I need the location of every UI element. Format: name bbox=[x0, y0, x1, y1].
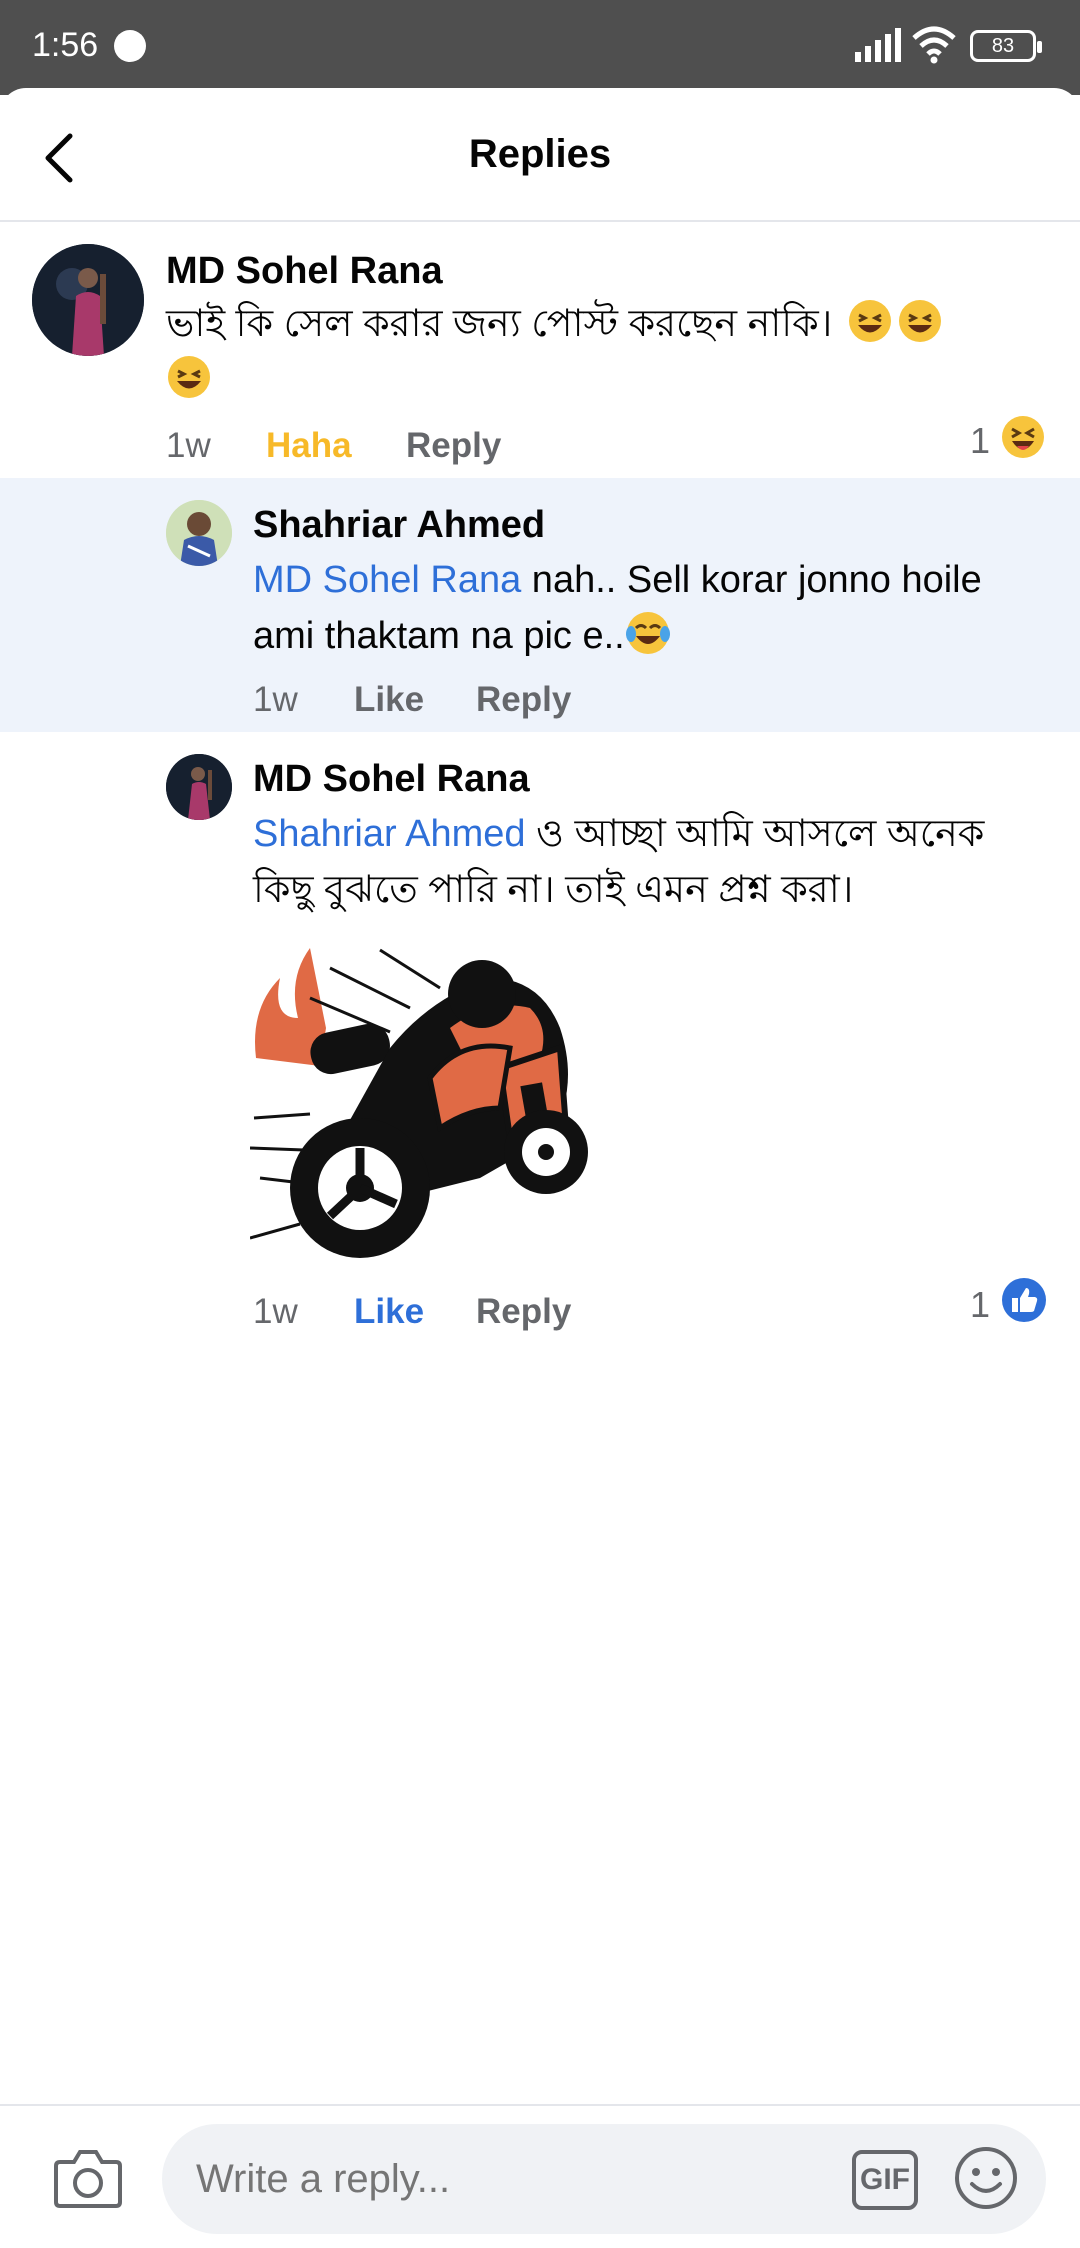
like-button[interactable]: Like bbox=[354, 1292, 424, 1332]
avatar[interactable] bbox=[32, 244, 144, 356]
reply-body-line2: কিছু বুঝতে পারি না। তাই এমন প্রশ্ন করা। bbox=[253, 869, 854, 911]
cellular-signal-icon bbox=[855, 28, 901, 62]
reply-time: 1w bbox=[253, 680, 298, 719]
laughing-emoji-icon bbox=[168, 356, 210, 398]
avatar[interactable] bbox=[166, 754, 232, 820]
haha-reaction-icon bbox=[1002, 416, 1044, 458]
replies-header: Replies bbox=[0, 88, 1080, 222]
status-bar: 1:56 83 bbox=[0, 0, 1080, 95]
haha-reaction-button[interactable]: Haha bbox=[266, 426, 352, 466]
reply-body-line2: ami thaktam na pic e.. bbox=[253, 615, 625, 657]
like-button[interactable]: Like bbox=[354, 680, 424, 720]
emoji-picker-icon[interactable] bbox=[954, 2146, 1018, 2210]
reply-text: MD Sohel Rana nah.. Sell korar jonno hoi… bbox=[253, 552, 1053, 664]
comment-body: ভাই কি সেল করার জন্য পোস্ট করছেন নাকি। bbox=[166, 303, 833, 345]
camera-icon[interactable] bbox=[54, 2146, 122, 2208]
reply-author[interactable]: Shahriar Ahmed bbox=[253, 504, 545, 547]
reply-composer: GIF bbox=[0, 2104, 1080, 2248]
reaction-summary[interactable]: 1 bbox=[970, 414, 1048, 464]
laughing-emoji-icon bbox=[898, 300, 941, 342]
laughing-emoji-icon bbox=[848, 300, 891, 342]
mention-link[interactable]: MD Sohel Rana bbox=[253, 559, 521, 601]
reply-body-line1: ও আচ্ছা আমি আসলে অনেক bbox=[525, 813, 985, 855]
tears-of-joy-emoji-icon bbox=[625, 612, 670, 654]
reply-body-line1: nah.. Sell korar jonno hoile bbox=[521, 559, 982, 601]
reaction-count: 1 bbox=[970, 420, 991, 461]
page-title: Replies bbox=[468, 132, 612, 176]
like-reaction-icon bbox=[1002, 1278, 1046, 1322]
facebook-notification-icon bbox=[114, 30, 146, 62]
comment-text: ভাই কি সেল করার জন্য পোস্ট করছেন নাকি। bbox=[166, 296, 1046, 408]
reaction-summary[interactable]: 1 bbox=[970, 1276, 1050, 1326]
battery-icon: 83 bbox=[970, 30, 1042, 62]
reply-author[interactable]: MD Sohel Rana bbox=[253, 758, 530, 801]
motorcycle-sticker-image[interactable] bbox=[250, 938, 590, 1268]
mention-link[interactable]: Shahriar Ahmed bbox=[253, 813, 526, 855]
reply-button[interactable]: Reply bbox=[476, 1292, 571, 1332]
comment-author[interactable]: MD Sohel Rana bbox=[166, 250, 443, 293]
reply-text: Shahriar Ahmed ও আচ্ছা আমি আসলে অনেক কিছ… bbox=[253, 806, 1053, 918]
reply-time: 1w bbox=[253, 1292, 298, 1331]
avatar[interactable] bbox=[166, 500, 232, 566]
wifi-icon bbox=[912, 26, 956, 64]
reaction-count: 1 bbox=[970, 1284, 991, 1325]
comment-time: 1w bbox=[166, 426, 211, 465]
status-time: 1:56 bbox=[32, 26, 99, 64]
gif-button[interactable]: GIF bbox=[852, 2150, 918, 2210]
reply-button[interactable]: Reply bbox=[406, 426, 501, 466]
reply-button[interactable]: Reply bbox=[476, 680, 571, 720]
